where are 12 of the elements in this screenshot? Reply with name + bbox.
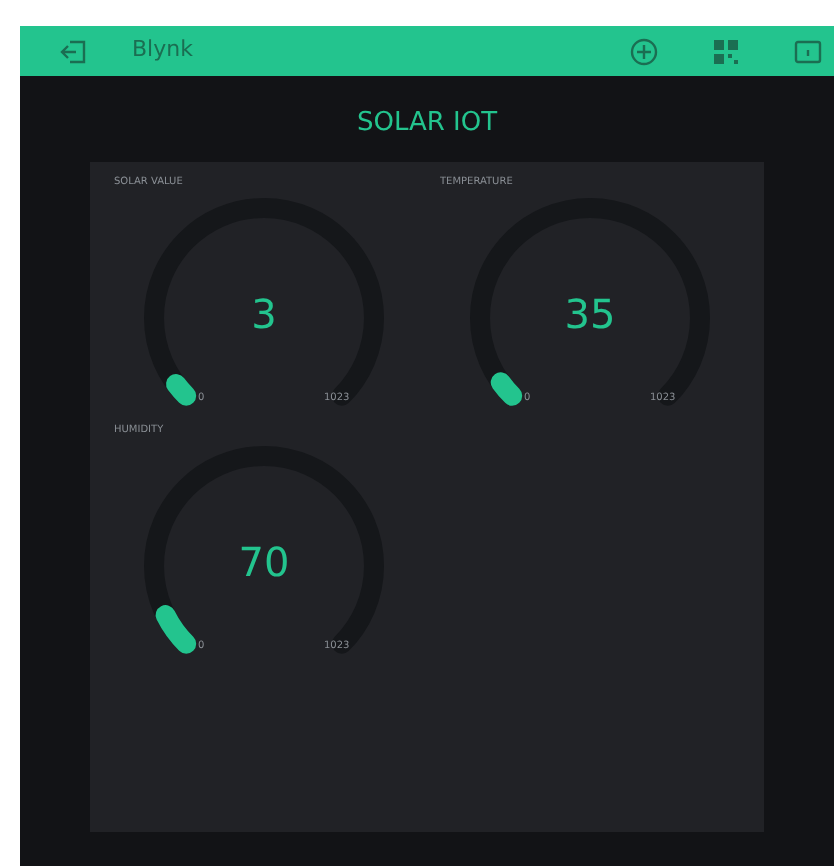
add-icon[interactable]: [630, 37, 658, 65]
gauge-fill: [155, 604, 197, 653]
exit-icon[interactable]: [60, 39, 88, 63]
gauge-value: 3: [249, 289, 279, 337]
device-icon[interactable]: [794, 39, 822, 63]
app-title: Blynk: [132, 34, 193, 67]
qr-code-icon[interactable]: [714, 39, 738, 63]
project-title: SOLAR IOT: [356, 106, 498, 142]
gauge-value: 35: [562, 289, 618, 337]
gauge-value: 70: [236, 537, 292, 585]
gauge-fill: [166, 373, 197, 405]
gauge-fill: [490, 371, 523, 405]
